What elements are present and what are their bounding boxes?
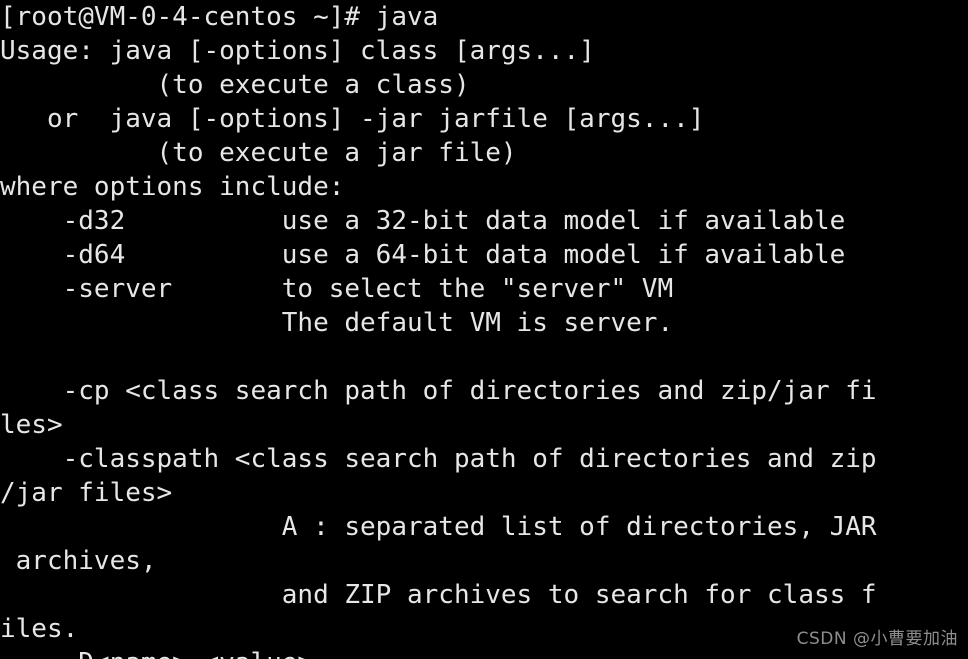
terminal-line: (to execute a jar file) <box>0 138 517 168</box>
terminal-line: or java [-options] -jar jarfile [args...… <box>0 104 705 134</box>
terminal-line: les> <box>0 410 63 440</box>
terminal-line: -server to select the "server" VM <box>0 274 674 304</box>
terminal-window[interactable]: [root@VM-0-4-centos ~]# java Usage: java… <box>0 0 968 659</box>
terminal-line: -classpath <class search path of directo… <box>0 444 877 474</box>
terminal-line: -d32 use a 32-bit data model if availabl… <box>0 206 846 236</box>
terminal-line: A : separated list of directories, JAR <box>0 512 877 542</box>
terminal-line: Usage: java [-options] class [args...] <box>0 36 595 66</box>
terminal-line: -cp <class search path of directories an… <box>0 376 877 406</box>
terminal-line: [root@VM-0-4-centos ~]# java <box>0 2 439 32</box>
terminal-line: (to execute a class) <box>0 70 470 100</box>
terminal-line: and ZIP archives to search for class f <box>0 580 877 610</box>
terminal-line: /jar files> <box>0 478 173 508</box>
terminal-line: The default VM is server. <box>0 308 674 338</box>
terminal-line: iles. <box>0 614 79 644</box>
terminal-line: -D<name>=<value> <box>0 646 968 659</box>
terminal-line: -d64 use a 64-bit data model if availabl… <box>0 240 846 270</box>
terminal-line: where options include: <box>0 172 345 202</box>
terminal-line: archives, <box>0 546 157 576</box>
terminal-screen[interactable]: [root@VM-0-4-centos ~]# java Usage: java… <box>0 0 968 659</box>
